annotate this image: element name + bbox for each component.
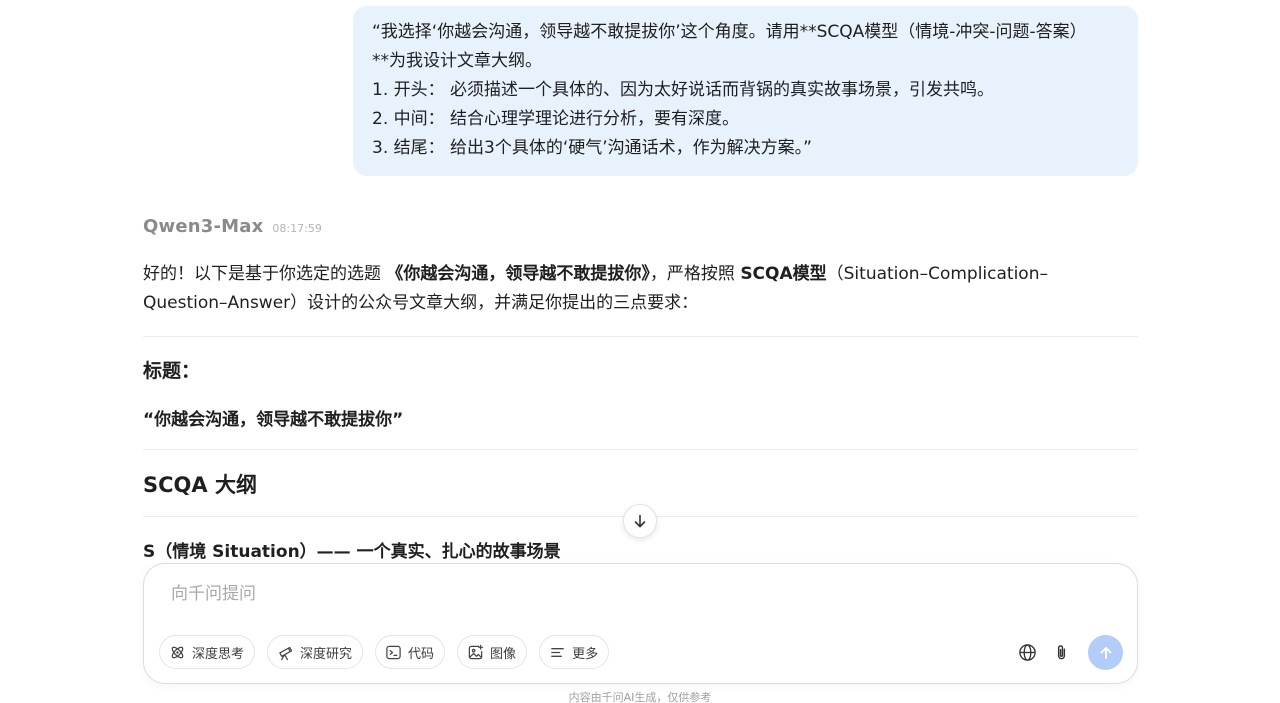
composer-toolbar: 深度思考 深度研究 代码 图像 更多	[159, 635, 610, 669]
message-timestamp: 08:17:59	[272, 222, 322, 235]
user-message-line: 2. 中间： 结合心理学理论进行分析，要有深度。	[372, 109, 740, 129]
image-button[interactable]: 图像	[457, 635, 528, 669]
intro-text: （Situation–Complication–	[826, 264, 1048, 284]
send-button[interactable]	[1088, 635, 1123, 670]
disclaimer-note: 内容由千问AI生成，仅供参考	[568, 691, 712, 703]
tool-label: 更多	[572, 646, 599, 662]
section-s-heading: S（情境 Situation）—— 一个真实、扎心的故事场景	[143, 542, 561, 562]
intro-text: 好的！以下是基于你选定的选题	[143, 264, 387, 284]
terminal-icon	[386, 645, 401, 659]
assistant-header: Qwen3-Max 08:17:59	[143, 216, 322, 237]
composer-right-actions	[1010, 635, 1123, 670]
scroll-to-bottom-button[interactable]	[623, 504, 657, 538]
menu-lines-icon	[551, 647, 564, 657]
tool-label: 代码	[408, 646, 435, 662]
code-button[interactable]: 代码	[375, 635, 446, 669]
message-composer: 深度思考 深度研究 代码	[143, 563, 1138, 684]
arrow-down-icon	[634, 514, 646, 528]
title-label: 标题：	[143, 360, 201, 382]
outline-heading: SCQA 大纲	[143, 473, 257, 497]
response-intro: 好的！以下是基于你选定的选题 《你越会沟通，领导越不敢提拔你》，严格按照 SCQ…	[143, 260, 1138, 318]
divider	[143, 336, 1138, 337]
paperclip-icon	[1057, 645, 1065, 660]
atom-icon	[171, 646, 184, 658]
intro-text: Question–Answer）设计的公众号文章大纲，并满足你提出的三点要求：	[143, 293, 699, 313]
image-icon	[468, 644, 484, 659]
model-name: Qwen3-Max	[143, 216, 264, 237]
globe-icon	[1018, 644, 1036, 661]
telescope-icon	[279, 646, 293, 660]
article-title-quote: “你越会沟通，领导越不敢提拔你”	[143, 410, 404, 430]
attach-button[interactable]	[1044, 636, 1078, 670]
divider	[143, 449, 1138, 450]
user-message-line: “我选择‘你越会沟通，领导越不敢提拔你’这个角度。请用**SCQA模型（情境-冲…	[372, 22, 1087, 42]
intro-text: ，严格按照	[649, 264, 741, 284]
user-message-line: **为我设计文章大纲。	[372, 51, 542, 71]
chat-page: “我选择‘你越会沟通，领导越不敢提拔你’这个角度。请用**SCQA模型（情境-冲…	[0, 0, 1280, 703]
send-arrow-icon	[1100, 646, 1111, 659]
tool-label: 图像	[490, 646, 517, 662]
web-search-toggle[interactable]	[1010, 636, 1044, 670]
more-button[interactable]: 更多	[539, 635, 610, 669]
user-message-line: 1. 开头： 必须描述一个具体的、因为太好说话而背锅的真实故事场景，引发共鸣。	[372, 80, 995, 100]
assistant-response: 好的！以下是基于你选定的选题 《你越会沟通，领导越不敢提拔你》，严格按照 SCQ…	[143, 260, 1138, 318]
intro-topic-bold: 《你越会沟通，领导越不敢提拔你》	[386, 264, 650, 284]
tool-label: 深度研究	[300, 646, 353, 662]
user-message-line: 3. 结尾： 给出3个具体的‘硬气’沟通话术，作为解决方案。”	[372, 138, 812, 158]
deep-research-button[interactable]: 深度研究	[267, 635, 364, 669]
intro-model-bold: SCQA模型	[740, 264, 827, 284]
deep-think-button[interactable]: 深度思考	[159, 635, 256, 669]
prompt-input[interactable]	[171, 584, 871, 604]
user-message-bubble: “我选择‘你越会沟通，领导越不敢提拔你’这个角度。请用**SCQA模型（情境-冲…	[353, 6, 1138, 176]
tool-label: 深度思考	[192, 646, 245, 662]
